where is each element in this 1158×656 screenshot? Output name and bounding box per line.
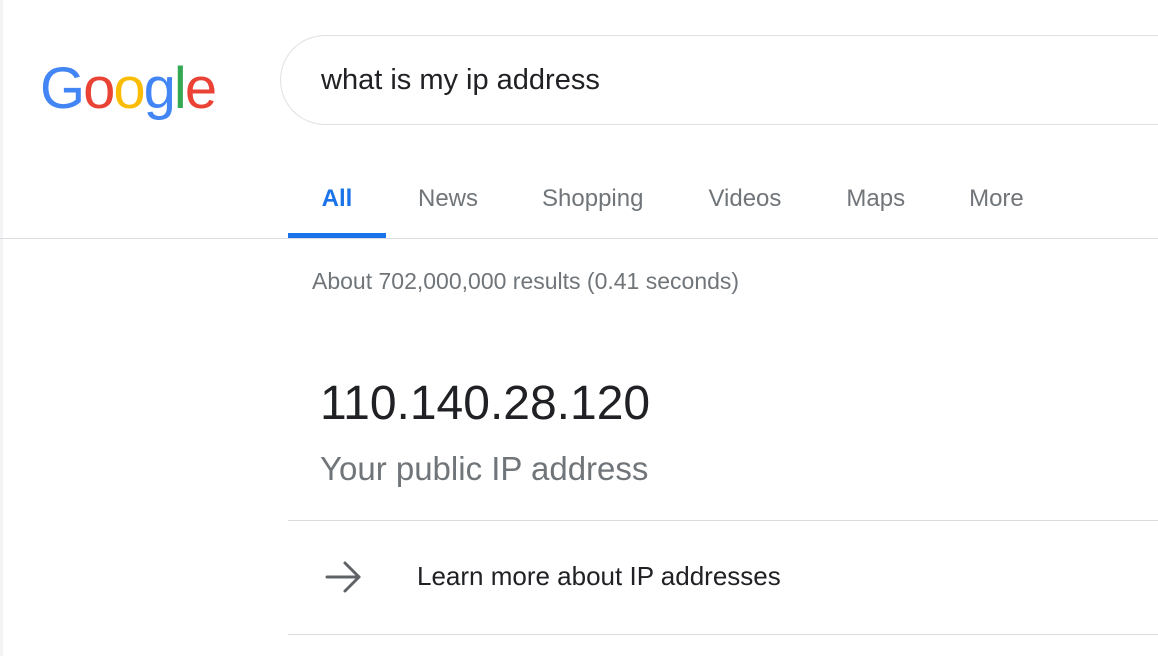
tab-more-label: More <box>969 185 1024 212</box>
tabs-divider <box>0 238 1158 239</box>
ip-address-value: 110.140.28.120 <box>320 377 651 430</box>
tab-maps[interactable]: Maps <box>846 160 905 238</box>
logo-letter-g: G <box>40 56 85 121</box>
ip-address-caption: Your public IP address <box>320 450 649 487</box>
logo-letter-o1: o <box>83 56 115 121</box>
arrow-right-icon <box>325 561 361 593</box>
card-divider-bottom <box>288 634 1158 635</box>
tab-maps-label: Maps <box>846 185 906 212</box>
tab-news[interactable]: News <box>418 160 478 238</box>
search-tabs: All News Shopping Videos Maps More <box>288 160 1024 238</box>
tab-all-label: All <box>321 185 353 212</box>
learn-more-link[interactable]: Learn more about IP addresses <box>288 521 1158 634</box>
tab-videos-label: Videos <box>708 185 782 212</box>
left-edge-strip <box>0 0 3 656</box>
logo-letter-l: l <box>173 56 187 121</box>
tab-more[interactable]: More <box>969 160 1024 238</box>
search-input[interactable] <box>321 63 1121 97</box>
tab-all[interactable]: All <box>288 160 386 238</box>
logo-letter-e: e <box>184 56 217 121</box>
tab-news-label: News <box>418 185 479 212</box>
logo-letter-g2: g <box>143 56 176 121</box>
tab-shopping[interactable]: Shopping <box>542 160 643 238</box>
search-results-page: G o o g l e All News Shopping Videos Map… <box>0 0 1158 656</box>
logo-letter-o2: o <box>113 56 145 121</box>
search-box[interactable] <box>280 35 1158 125</box>
tab-shopping-label: Shopping <box>542 185 644 212</box>
learn-more-label: Learn more about IP addresses <box>417 561 781 591</box>
google-logo[interactable]: G o o g l e <box>40 38 217 121</box>
tab-videos[interactable]: Videos <box>708 160 781 238</box>
result-stats: About 702,000,000 results (0.41 seconds) <box>312 268 740 294</box>
